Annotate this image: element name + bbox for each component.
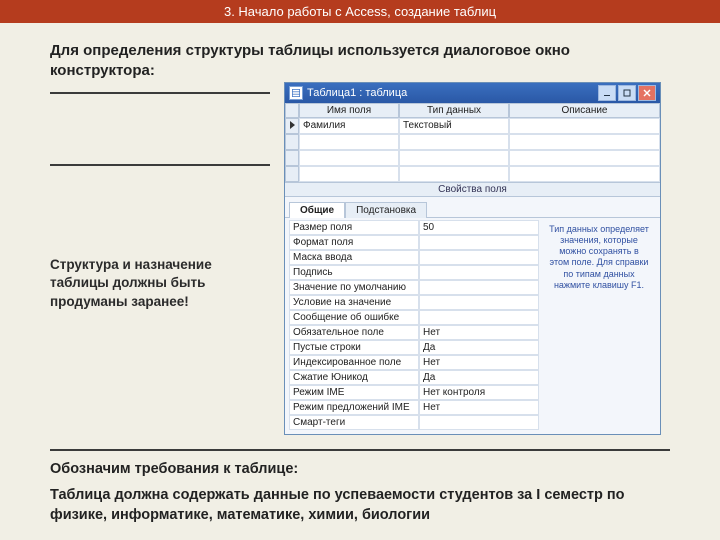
prop-label: Значение по умолчанию xyxy=(289,280,419,295)
data-type-cell[interactable] xyxy=(399,150,509,166)
intro-text: Для определения структуры таблицы исполь… xyxy=(50,41,670,82)
table-icon xyxy=(289,86,303,100)
prop-value[interactable]: Нет контроля xyxy=(419,385,539,400)
property-tabs: Общие Подстановка xyxy=(285,197,660,218)
prop-value[interactable] xyxy=(419,265,539,280)
close-button[interactable] xyxy=(638,85,656,101)
row-selector[interactable] xyxy=(285,150,299,166)
divider xyxy=(50,164,270,166)
field-name-cell[interactable]: Фамилия xyxy=(299,118,399,134)
requirements-body: Таблица должна содержать данные по успев… xyxy=(50,485,670,526)
help-panel: Тип данных определяет значения, которые … xyxy=(543,218,655,434)
col-field-name: Имя поля xyxy=(299,103,399,118)
row-selector[interactable] xyxy=(285,134,299,150)
advice-text: Структура и назначение таблицы должны бы… xyxy=(50,256,270,313)
requirements-title: Обозначим требования к таблице: xyxy=(50,461,670,477)
data-type-cell[interactable] xyxy=(399,134,509,150)
description-cell[interactable] xyxy=(509,150,660,166)
prop-label: Смарт-теги xyxy=(289,415,419,430)
prop-value[interactable]: Нет xyxy=(419,325,539,340)
window-title: Таблица1 : таблица xyxy=(307,87,407,99)
property-grid: Размер поля50 Формат поля Маска ввода По… xyxy=(285,218,543,434)
data-type-cell[interactable]: Текстовый xyxy=(399,118,509,134)
prop-value[interactable] xyxy=(419,310,539,325)
prop-label: Подпись xyxy=(289,265,419,280)
col-description: Описание xyxy=(509,103,660,118)
field-name-cell[interactable] xyxy=(299,166,399,182)
description-cell[interactable] xyxy=(509,166,660,182)
prop-label: Режим предложений IME xyxy=(289,400,419,415)
prop-value[interactable] xyxy=(419,280,539,295)
prop-label: Сжатие Юникод xyxy=(289,370,419,385)
prop-value[interactable] xyxy=(419,235,539,250)
prop-label: Индексированное поле xyxy=(289,355,419,370)
prop-label: Условие на значение xyxy=(289,295,419,310)
field-name-cell[interactable] xyxy=(299,150,399,166)
description-cell[interactable] xyxy=(509,134,660,150)
prop-value[interactable]: 50 xyxy=(419,220,539,235)
prop-value[interactable]: Нет xyxy=(419,355,539,370)
col-data-type: Тип данных xyxy=(399,103,509,118)
minimize-button[interactable] xyxy=(598,85,616,101)
prop-label: Сообщение об ошибке xyxy=(289,310,419,325)
row-selector[interactable] xyxy=(285,118,299,134)
tab-general[interactable]: Общие xyxy=(289,202,345,218)
prop-label: Маска ввода xyxy=(289,250,419,265)
prop-label: Формат поля xyxy=(289,235,419,250)
tab-lookup[interactable]: Подстановка xyxy=(345,202,427,218)
divider xyxy=(50,449,670,451)
prop-value[interactable] xyxy=(419,415,539,430)
field-grid: Имя поля Тип данных Описание Фамилия Тек… xyxy=(285,103,660,182)
properties-label: Свойства поля xyxy=(285,182,660,197)
prop-value[interactable]: Нет xyxy=(419,400,539,415)
divider xyxy=(50,92,270,94)
row-selector[interactable] xyxy=(285,166,299,182)
prop-value[interactable]: Да xyxy=(419,370,539,385)
prop-value[interactable] xyxy=(419,250,539,265)
window-titlebar: Таблица1 : таблица xyxy=(285,83,660,103)
access-designer-window: Таблица1 : таблица Имя поля Тип данных О… xyxy=(284,82,661,435)
slide-header: 3. Начало работы с Access, создание табл… xyxy=(0,0,720,23)
description-cell[interactable] xyxy=(509,118,660,134)
maximize-button[interactable] xyxy=(618,85,636,101)
prop-label: Пустые строки xyxy=(289,340,419,355)
prop-label: Обязательное поле xyxy=(289,325,419,340)
data-type-cell[interactable] xyxy=(399,166,509,182)
prop-value[interactable]: Да xyxy=(419,340,539,355)
prop-label: Размер поля xyxy=(289,220,419,235)
prop-label: Режим IME xyxy=(289,385,419,400)
prop-value[interactable] xyxy=(419,295,539,310)
field-name-cell[interactable] xyxy=(299,134,399,150)
